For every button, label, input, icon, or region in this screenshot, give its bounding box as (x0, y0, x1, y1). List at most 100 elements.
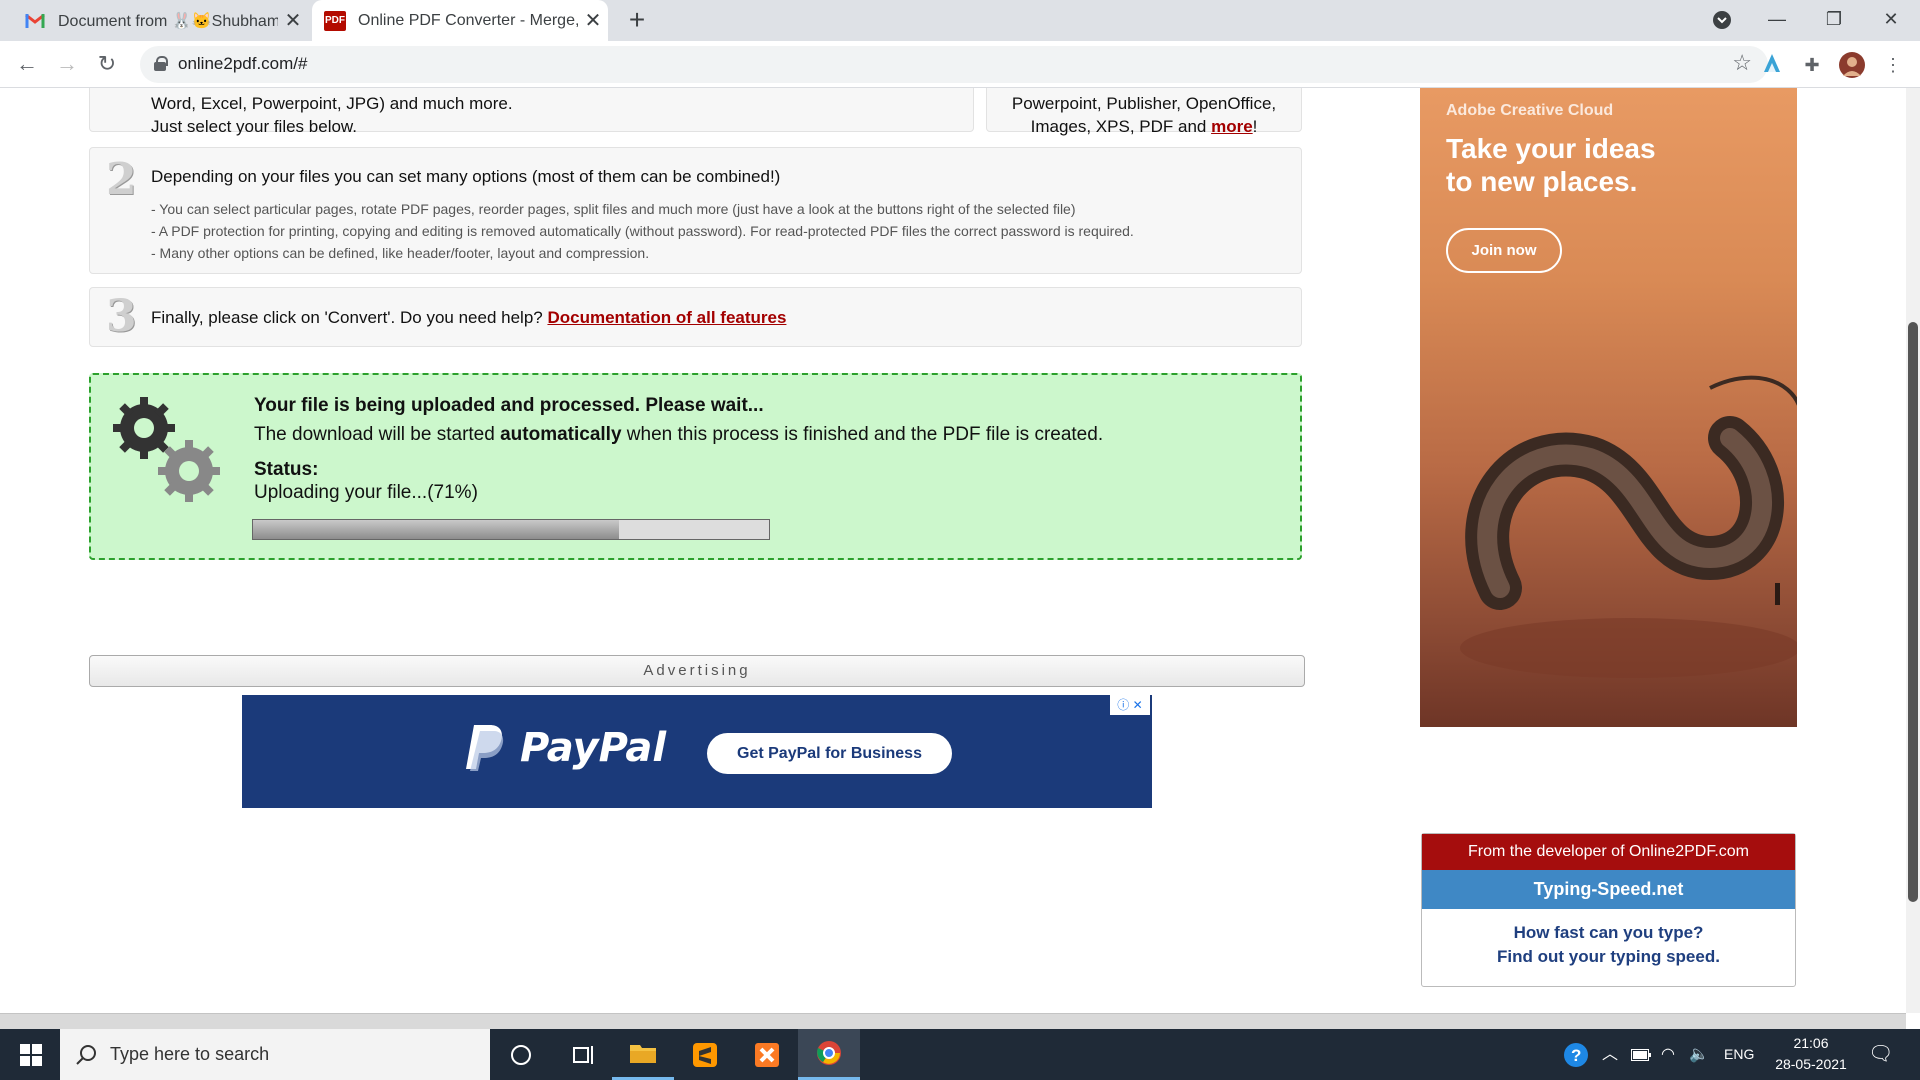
step2-bullet-1: - You can select particular pages, rotat… (151, 201, 1076, 217)
typing-speed-line1[interactable]: How fast can you type? (1422, 921, 1795, 945)
browser-toolbar: ← → ↻ online2pdf.com/# ☆ ✚ ⋮ (0, 41, 1920, 88)
step3-text-line: Finally, please click on 'Convert'. Do y… (151, 308, 786, 328)
adobe-brand: Adobe Creative Cloud (1446, 102, 1614, 119)
back-icon[interactable]: ← (10, 47, 44, 81)
tab-title: Online PDF Converter - Merge, compress (358, 11, 578, 29)
search-placeholder: Type here to search (110, 1044, 270, 1064)
tab-gmail-document[interactable]: Document from 🐰🐱Shubham🎸 ✕ (0, 0, 308, 41)
tab-online2pdf[interactable]: PDF Online PDF Converter - Merge, compre… (312, 0, 608, 41)
minimize-icon[interactable]: — (1748, 0, 1806, 41)
address-bar[interactable]: online2pdf.com/# ☆ (140, 46, 1768, 83)
upload-headline: Your file is being uploaded and processe… (254, 395, 764, 416)
scrollbar-thumb[interactable] (1908, 322, 1918, 902)
browser-menu-icon[interactable]: ⋮ (1880, 52, 1906, 78)
paypal-logo: PayPal (520, 725, 667, 771)
step1-line1: Word, Excel, Powerpoint, JPG) and much m… (151, 94, 513, 113)
restore-icon[interactable]: ❐ (1805, 0, 1863, 41)
step-1-box: Word, Excel, Powerpoint, JPG) and much m… (89, 88, 974, 136)
developer-promo-box[interactable]: From the developer of Online2PDF.com Typ… (1421, 833, 1796, 987)
close-tab-icon[interactable]: ✕ (278, 8, 308, 33)
new-tab-button[interactable]: + (622, 4, 652, 36)
formats-line1: Powerpoint, Publisher, OpenOffice, (1011, 94, 1277, 113)
paypal-ad-banner[interactable]: PayPal Get PayPal for Business ⓘ ✕ (242, 695, 1152, 808)
status-text: Uploading your file...(71%) (254, 482, 478, 503)
close-window-icon[interactable]: ✕ (1862, 0, 1920, 41)
windows-start-icon[interactable] (0, 1029, 60, 1080)
vertical-scrollbar[interactable] (1906, 88, 1920, 1013)
gmail-icon (24, 11, 46, 31)
step-3-box: 3 Finally, please click on 'Convert'. Do… (89, 287, 1302, 347)
step3-text: Finally, please click on 'Convert'. Do y… (151, 308, 548, 327)
formats-suffix: ! (1252, 117, 1258, 136)
url-text[interactable]: online2pdf.com/# (178, 54, 307, 74)
lock-icon[interactable] (154, 56, 168, 71)
clock-time: 21:06 (1793, 1035, 1829, 1051)
tab-strip: Document from 🐰🐱Shubham🎸 ✕ PDF Online PD… (0, 0, 1920, 41)
taskbar-search-box[interactable]: Type here to search (60, 1029, 490, 1080)
upload-progress-bar (252, 519, 770, 540)
step-3-number: 3 (106, 291, 137, 342)
show-hidden-icons-icon[interactable]: ︿ (1602, 1029, 1618, 1080)
upload-desc-bold: automatically (500, 424, 622, 445)
paypal-logo-icon (466, 725, 504, 771)
step1-line2: Just select your files below. (151, 117, 357, 136)
bookmark-star-icon[interactable]: ☆ (1732, 50, 1752, 76)
taskbar-clock[interactable]: 21:06 28-05-2021 (1769, 1033, 1853, 1075)
cortana-icon[interactable] (490, 1029, 552, 1080)
more-formats-link[interactable]: more (1211, 117, 1253, 136)
tab-search-icon[interactable] (1693, 0, 1751, 41)
adobe-headline-line2: to new places. (1446, 166, 1638, 197)
clock-date: 28-05-2021 (1775, 1056, 1847, 1072)
wifi-icon[interactable]: ◠ (1661, 1029, 1675, 1080)
adobe-sculpture-illustration (1460, 375, 1797, 678)
get-paypal-button[interactable]: Get PayPal for Business (707, 733, 952, 774)
step-2-box: 2 Depending on your files you can set ma… (89, 147, 1302, 274)
extensions-puzzle-icon[interactable]: ✚ (1799, 52, 1825, 78)
chrome-icon[interactable] (798, 1029, 860, 1080)
formats-line2-text: Images, XPS, PDF and (1030, 117, 1212, 136)
adobe-headline-line1: Take your ideas (1446, 133, 1656, 164)
step2-bullet-3: - Many other options can be defined, lik… (151, 245, 650, 261)
step-2-number: 2 (106, 154, 137, 205)
input-language[interactable]: ENG (1724, 1029, 1754, 1080)
xampp-icon[interactable] (736, 1029, 798, 1080)
windows-taskbar: Type here to search ? ︿ ◠ 🔈 ENG 21:06 28… (0, 1029, 1920, 1080)
step-1-formats-box: Powerpoint, Publisher, OpenOffice, Image… (986, 88, 1302, 136)
horizontal-scrollbar[interactable] (0, 1013, 1906, 1029)
advertising-label: Advertising (89, 655, 1305, 687)
upload-desc-suffix: when this process is finished and the PD… (621, 424, 1104, 445)
pdf-icon: PDF (324, 10, 346, 31)
tab-title: Document from 🐰🐱Shubham🎸 (58, 12, 278, 30)
help-icon[interactable]: ? (1563, 1029, 1589, 1080)
profile-avatar[interactable] (1839, 52, 1865, 78)
svg-text:?: ? (1571, 1046, 1581, 1065)
upload-desc-prefix: The download will be started (254, 424, 501, 445)
formats-line2: Images, XPS, PDF and more! (987, 117, 1301, 137)
file-explorer-icon[interactable] (612, 1029, 674, 1080)
sublime-text-icon[interactable] (674, 1029, 736, 1080)
developer-header: From the developer of Online2PDF.com (1422, 834, 1795, 870)
adchoices-close-icon[interactable]: ⓘ ✕ (1110, 695, 1150, 715)
extension-icon[interactable] (1759, 52, 1785, 78)
step2-title: Depending on your files you can set many… (151, 167, 781, 186)
processing-gears-icon (113, 397, 220, 502)
search-icon (76, 1045, 96, 1065)
upload-progress-fill (253, 520, 620, 539)
notifications-icon[interactable]: 🗨 (1868, 1029, 1893, 1080)
upload-status-box: Your file is being uploaded and processe… (89, 373, 1302, 560)
documentation-link[interactable]: Documentation of all features (547, 308, 786, 327)
reload-icon[interactable]: ↻ (90, 47, 124, 81)
typing-speed-line2[interactable]: Find out your typing speed. (1422, 945, 1795, 969)
typing-speed-title[interactable]: Typing-Speed.net (1422, 870, 1795, 909)
join-now-button[interactable]: Join now (1446, 228, 1562, 273)
forward-icon[interactable]: → (50, 47, 84, 81)
pdf-icon-text: PDF (325, 15, 345, 26)
adobe-ad-banner[interactable]: Adobe Creative Cloud Take your ideas to … (1420, 88, 1797, 727)
task-view-icon[interactable] (552, 1029, 614, 1080)
close-tab-icon[interactable]: ✕ (578, 8, 608, 33)
battery-icon[interactable] (1631, 1029, 1651, 1080)
volume-icon[interactable]: 🔈 (1689, 1029, 1709, 1080)
adobe-headline: Take your ideas to new places. (1446, 132, 1656, 198)
page-content: Word, Excel, Powerpoint, JPG) and much m… (0, 88, 1920, 1013)
step2-bullet-2: - A PDF protection for printing, copying… (151, 223, 1134, 239)
